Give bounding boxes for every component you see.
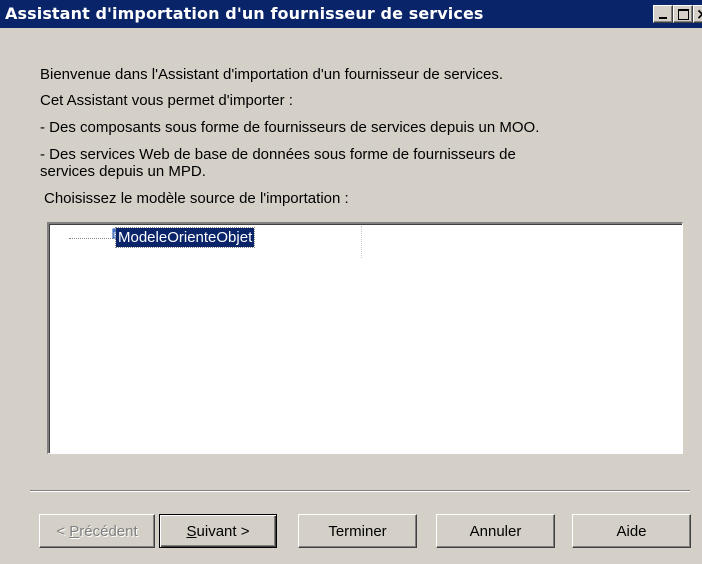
intro-line-purpose: Cet Assistant vous permet d'importer :	[40, 92, 293, 109]
title-bar[interactable]: Assistant d'importation d'un fournisseur…	[0, 0, 702, 28]
intro-line-components: - Des composants sous forme de fournisse…	[40, 119, 540, 136]
source-model-tree[interactable]: ModeleOrienteObjet	[47, 222, 683, 454]
intro-line-webservices: - Des services Web de base de données so…	[40, 146, 516, 163]
finish-label: Terminer	[328, 522, 387, 540]
minimize-icon	[659, 17, 667, 19]
minimize-button[interactable]	[653, 5, 673, 23]
tree-connector	[69, 238, 113, 239]
previous-mnemonic: P	[69, 522, 80, 540]
next-mnemonic: S	[186, 522, 197, 540]
tree-column-guide	[361, 226, 362, 258]
next-button[interactable]: Suivant >	[159, 514, 277, 548]
source-prompt-label: Choisissez le modèle source de l'importa…	[44, 190, 349, 207]
previous-rest: récédent	[79, 522, 138, 540]
cancel-button[interactable]: Annuler	[436, 514, 555, 548]
help-button[interactable]: Aide	[572, 514, 691, 548]
finish-button[interactable]: Terminer	[298, 514, 417, 548]
close-button[interactable]: ×	[693, 5, 702, 23]
cancel-label: Annuler	[469, 522, 522, 540]
maximize-icon	[678, 9, 689, 20]
intro-line-webservices-cont: services depuis un MPD.	[40, 163, 206, 180]
close-icon: ×	[696, 5, 702, 23]
previous-prefix: <	[56, 522, 70, 540]
tree-item-label[interactable]: ModeleOrienteObjet	[114, 227, 256, 248]
help-label: Aide	[616, 522, 647, 540]
previous-button[interactable]: < Précédent	[39, 514, 155, 548]
maximize-button[interactable]	[673, 5, 693, 23]
intro-line-welcome: Bienvenue dans l'Assistant d'importation…	[40, 66, 504, 83]
button-separator	[30, 490, 690, 492]
next-rest: uivant >	[196, 522, 250, 540]
window-title: Assistant d'importation d'un fournisseur…	[5, 4, 484, 23]
